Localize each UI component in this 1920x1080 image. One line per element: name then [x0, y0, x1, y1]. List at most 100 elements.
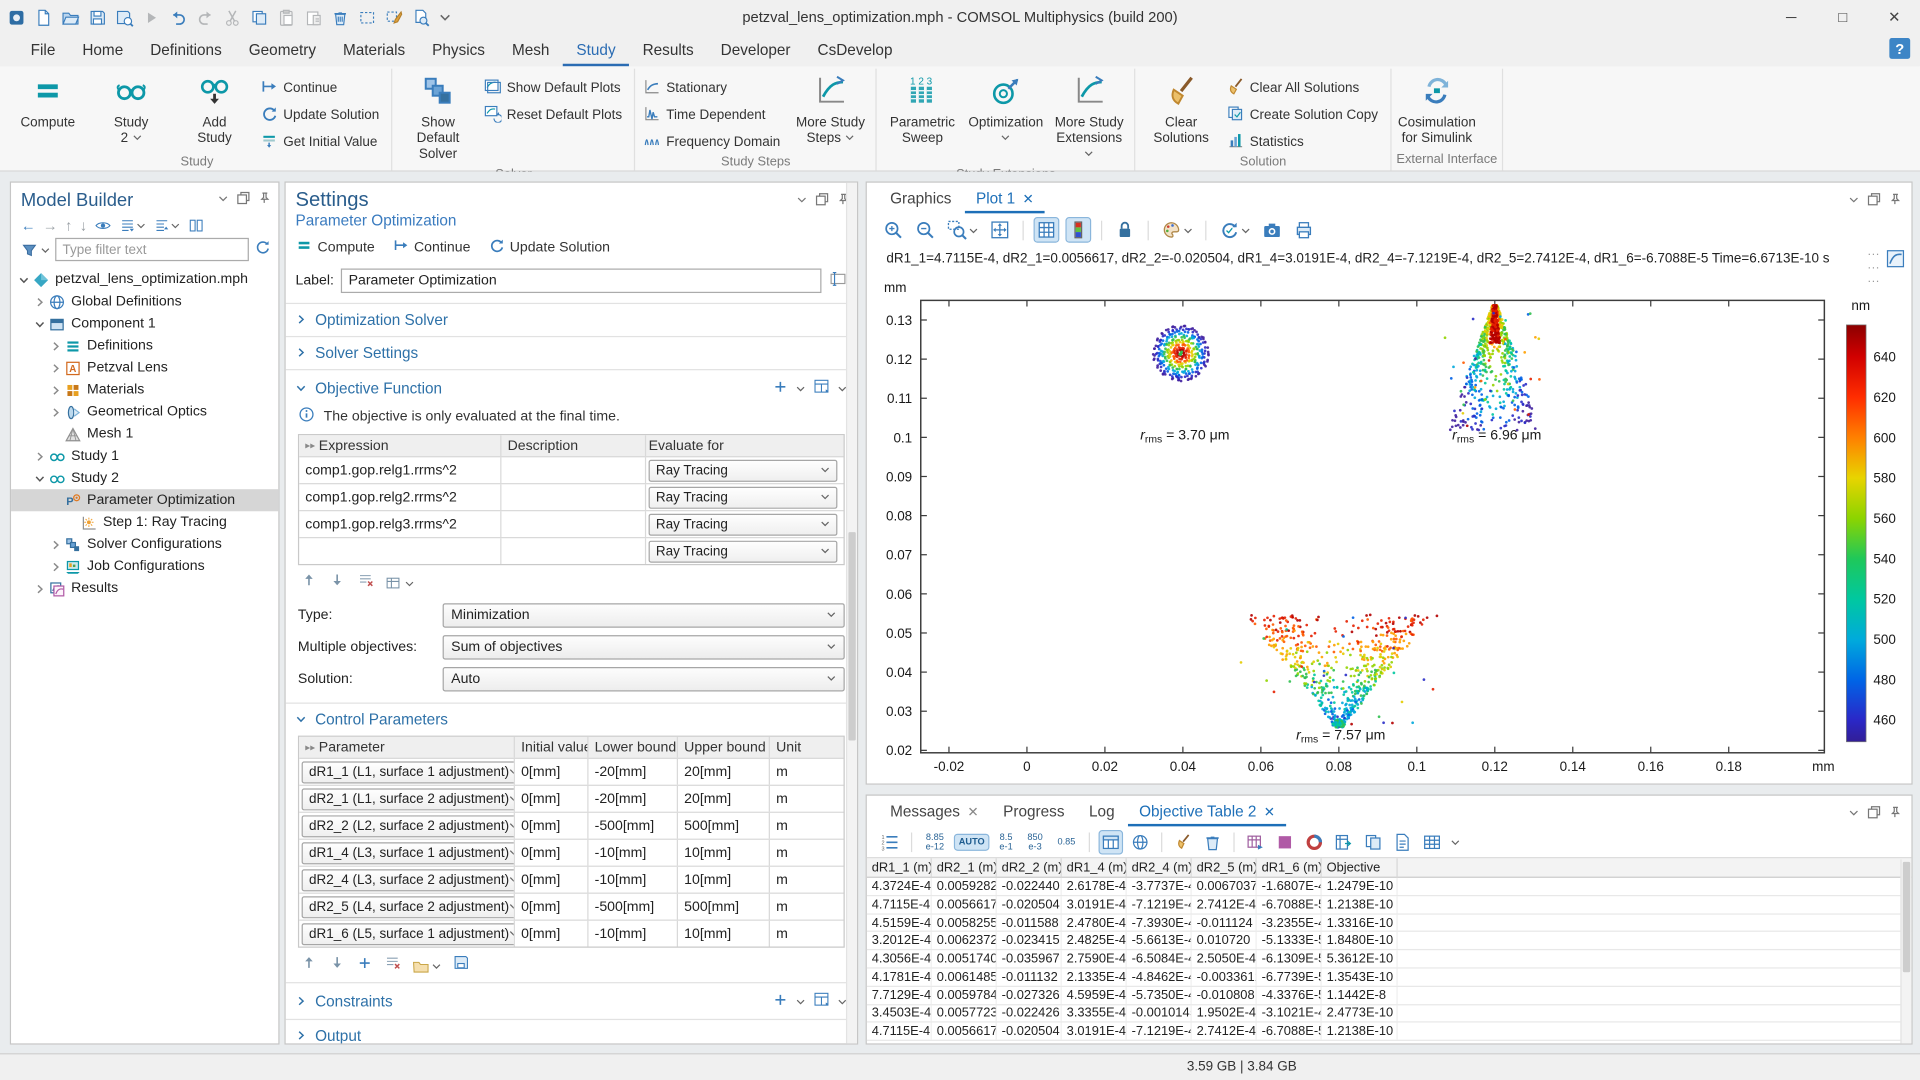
tree-item-job-configurations[interactable]: Job Configurations — [11, 555, 278, 577]
lower-bound-cell[interactable]: -20[mm] — [589, 786, 679, 812]
arrow-left-icon[interactable]: ← — [21, 217, 36, 234]
tree-item-petzval-lens[interactable]: A Petzval Lens — [11, 357, 278, 379]
undo-icon[interactable] — [169, 8, 187, 26]
copy-table-icon[interactable] — [1362, 831, 1384, 853]
plot-thumbnail-icon[interactable] — [1886, 249, 1906, 275]
description-cell[interactable] — [501, 484, 646, 510]
overflow-dots[interactable]: ········· — [1867, 248, 1879, 288]
minimize-button[interactable]: ─ — [1766, 0, 1817, 34]
app-logo-icon[interactable] — [7, 8, 25, 26]
expression-cell[interactable] — [299, 538, 501, 564]
result-column-1[interactable]: dR2_1 (m) — [932, 858, 997, 876]
numbered-list-icon[interactable]: 123 — [879, 831, 901, 853]
table-layout-icon[interactable] — [813, 378, 830, 399]
result-row[interactable]: 4.1781E-40.0061485-0.0111322.1335E-4-4.8… — [867, 969, 1912, 987]
parameter-select[interactable]: dR2_1 (L1, surface 2 adjustment) — [302, 788, 515, 810]
caret-down-icon[interactable] — [1451, 831, 1461, 853]
unit-cell[interactable]: m — [770, 759, 844, 785]
float-window-icon[interactable] — [815, 189, 828, 211]
evaluate-for-select[interactable]: Ray Tracing — [649, 513, 838, 535]
ribbon-continue-button[interactable]: Continue — [257, 75, 386, 101]
polar-table-icon[interactable] — [1129, 831, 1151, 853]
upper-bound-cell[interactable]: 20[mm] — [678, 759, 770, 785]
expression-cell[interactable]: comp1.gop.relg3.rrms^2 — [299, 511, 501, 537]
ribbon-show-default-solver-button[interactable]: Show DefaultSolver — [398, 71, 479, 167]
lower-bound-cell[interactable]: -10[mm] — [589, 840, 679, 866]
lower-bound-cell[interactable]: -10[mm] — [589, 921, 679, 947]
tree-expander-icon[interactable] — [32, 583, 48, 594]
zoom-extents-icon[interactable] — [988, 218, 1011, 241]
section-solver-settings[interactable]: Solver Settings — [286, 336, 857, 369]
evaluate-for-select[interactable]: Ray Tracing — [649, 459, 838, 481]
info-tab-messages[interactable]: Messages✕ — [879, 799, 990, 826]
initial-value-cell[interactable]: 0[mm] — [515, 867, 589, 893]
show-hide-icon[interactable] — [94, 217, 111, 234]
tree-expander-icon[interactable] — [32, 296, 48, 307]
result-column-7[interactable]: Objective — [1322, 858, 1398, 876]
ribbon-cosimulation-simulink-button[interactable]: Cosimulationfor Simulink — [1396, 71, 1477, 151]
tree-item-results[interactable]: Results — [11, 577, 278, 599]
cut-icon[interactable] — [223, 8, 241, 26]
format-8.5e-1[interactable]: 8.5e-1 — [996, 830, 1017, 855]
initial-value-cell[interactable]: 0[mm] — [515, 813, 589, 839]
save-to-file-icon[interactable] — [452, 954, 469, 977]
maximize-button[interactable]: □ — [1817, 0, 1868, 34]
zoom-in-icon[interactable] — [882, 218, 905, 241]
initial-value-cell[interactable]: 0[mm] — [515, 894, 589, 920]
column-header-lower-bound[interactable]: Lower bound — [589, 737, 679, 758]
table-settings-icon[interactable] — [385, 574, 414, 591]
info-tab-progress[interactable]: Progress — [992, 799, 1075, 826]
menu-physics[interactable]: Physics — [419, 37, 499, 66]
zoom-box-icon[interactable] — [945, 218, 979, 241]
initial-value-cell[interactable]: 0[mm] — [515, 786, 589, 812]
tree-expander-icon[interactable] — [48, 406, 64, 417]
arrow-right-icon[interactable]: → — [43, 217, 58, 234]
grid-toggle-icon[interactable] — [1035, 218, 1058, 241]
float-window-icon[interactable] — [1867, 190, 1880, 212]
tree-expander-icon[interactable] — [32, 318, 48, 329]
select-paint-icon[interactable] — [385, 8, 403, 26]
result-column-3[interactable]: dR1_4 (m) — [1062, 858, 1127, 876]
result-row[interactable]: 4.3724E-40.0059282-0.0224402.6178E-4-3.7… — [867, 878, 1912, 896]
tree-item-solver-configurations[interactable]: Solver Configurations — [11, 533, 278, 555]
menu-csdevelop[interactable]: CsDevelop — [804, 37, 906, 66]
pin-icon[interactable] — [1888, 190, 1901, 212]
tree-item-mesh-1[interactable]: Mesh 1 — [11, 423, 278, 445]
graphics-tab-graphics[interactable]: Graphics — [879, 186, 962, 213]
parameter-select[interactable]: dR1_4 (L3, surface 1 adjustment) — [302, 842, 515, 864]
ribbon-clear-all-solutions-button[interactable]: Clear All Solutions — [1224, 75, 1385, 101]
format-0.85[interactable]: 0.85 — [1054, 835, 1079, 850]
delete-row-icon[interactable] — [357, 571, 374, 594]
section-control-parameters[interactable]: Control Parameters — [286, 703, 857, 736]
move-up-icon[interactable] — [300, 571, 317, 594]
result-column-4[interactable]: dR2_4 (m) — [1127, 858, 1192, 876]
lower-bound-cell[interactable]: -500[mm] — [589, 813, 679, 839]
column-header-evaluate-for[interactable]: Evaluate for — [646, 435, 840, 456]
ribbon-optimization-button[interactable]: Optimization — [965, 71, 1046, 151]
close-icon[interactable]: ✕ — [1023, 191, 1034, 207]
ribbon-update-solution-button[interactable]: Update Solution — [257, 102, 386, 128]
ribbon-more-study-steps-button[interactable]: More StudySteps — [790, 71, 871, 151]
ribbon-frequency-domain-button[interactable]: Frequency Domain — [641, 129, 788, 155]
parameter-select[interactable]: dR2_4 (L3, surface 2 adjustment) — [302, 869, 515, 891]
move-down-icon[interactable] — [329, 571, 346, 594]
unit-cell[interactable]: m — [770, 867, 844, 893]
tree-expander-icon[interactable] — [48, 362, 64, 373]
column-header-initial-value[interactable]: Initial value — [515, 737, 589, 758]
paste-icon[interactable] — [277, 8, 295, 26]
parameter-select[interactable]: dR2_2 (L2, surface 2 adjustment) — [302, 815, 515, 837]
arrow-down-icon[interactable]: ↓ — [80, 217, 87, 234]
add-row-icon[interactable] — [772, 991, 788, 1011]
tree-expander-icon[interactable] — [48, 340, 64, 351]
result-row[interactable]: 4.3056E-40.0051740-0.0359672.7590E-4-6.5… — [867, 950, 1912, 968]
caret-down-icon[interactable] — [796, 379, 806, 396]
chevron-down-icon[interactable] — [1848, 803, 1860, 825]
close-icon[interactable]: ✕ — [967, 804, 978, 820]
funnel-icon[interactable] — [21, 241, 50, 258]
palette-icon[interactable] — [1160, 218, 1194, 241]
chevron-down-icon[interactable] — [217, 189, 229, 211]
result-row[interactable]: 4.5159E-40.0058255-0.0115882.4780E-4-7.3… — [867, 914, 1912, 932]
arrow-up-icon[interactable]: ↑ — [65, 217, 72, 234]
copy-icon[interactable] — [250, 8, 268, 26]
format-8.85e-12[interactable]: 8.85e-12 — [922, 830, 948, 855]
